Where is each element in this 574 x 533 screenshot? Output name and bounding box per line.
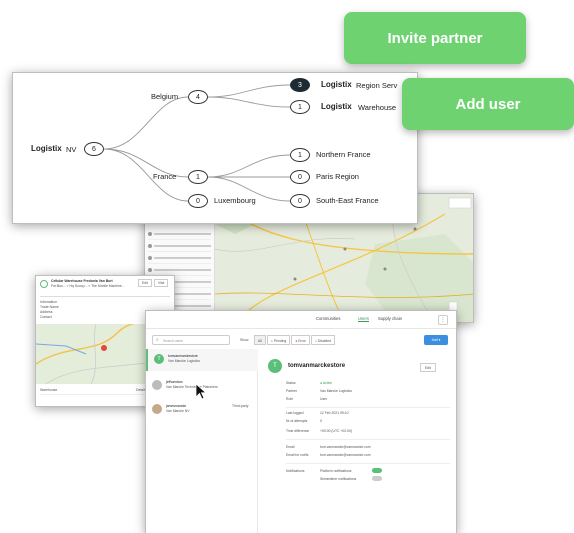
detail-line: Contact xyxy=(40,315,52,319)
user-profile: T tomvanmarckestore Edit Status ● Active… xyxy=(268,357,452,533)
notifications-label: Notifications xyxy=(286,469,305,473)
filter-all[interactable]: All xyxy=(254,335,266,345)
warehouse-count-node[interactable]: 1 xyxy=(290,100,310,114)
user-name: jamesmarcke xyxy=(166,404,187,408)
search-icon: ⌕ xyxy=(156,337,159,343)
field-value: 0 xyxy=(320,419,322,423)
northern-france-label: Northern France xyxy=(316,150,371,159)
organization-tree-card: Logistix NV 6 Belgium 4 France 1 0 Luxem… xyxy=(12,72,418,224)
list-item[interactable] xyxy=(148,252,211,264)
more-icon[interactable]: ⋮ xyxy=(438,315,448,325)
warehouse-label: Warehouse xyxy=(358,103,397,112)
detail-visit-button[interactable]: Visit xyxy=(154,279,169,288)
field-label: Email for notifs xyxy=(286,453,309,457)
detail-line: Information xyxy=(40,300,57,304)
streamliner-notifications-toggle[interactable] xyxy=(372,476,382,481)
user-row-selected[interactable]: T tomvanmarckestore Van Marcke Logistics xyxy=(146,349,258,371)
france-count-node[interactable]: 1 xyxy=(188,170,208,184)
status-filter-group: All ● Pending ● Error ● Disabled xyxy=(254,335,336,345)
detail-footer-left: Warehouse xyxy=(40,388,58,392)
cursor-arrow-icon xyxy=(195,383,208,400)
field-value-status: ● Active xyxy=(320,381,333,385)
field-value: +00:00 (UTC +02:00) xyxy=(320,429,353,433)
user-name: jeffvandam xyxy=(166,380,183,384)
users-panel: Communities Users Supply chain ⋮ ⌕ Searc… xyxy=(145,310,457,533)
field-value: tom.vanmarcke@vanmarcke.com xyxy=(320,453,371,457)
invite-partner-button[interactable]: Invite partner xyxy=(344,12,526,64)
add-button[interactable]: Add ▾ xyxy=(424,335,448,345)
tab-supply-chain[interactable]: Supply chain xyxy=(378,316,402,321)
tabs-bar: Communities Users Supply chain ⋮ xyxy=(146,311,456,329)
search-input[interactable]: ⌕ Search users xyxy=(152,335,230,345)
root-brand: Logistix xyxy=(31,144,62,153)
belgium-label: Belgium xyxy=(151,92,179,101)
notif-stream-label: Streamliner notifications xyxy=(320,477,357,481)
field-label: Role xyxy=(286,397,293,401)
notif-platform-label: Platform notifications xyxy=(320,469,352,473)
disabled-dot-icon: ● xyxy=(314,338,317,343)
avatar: T xyxy=(154,354,164,364)
avatar xyxy=(152,404,162,414)
user-status: Third-party xyxy=(232,404,249,408)
field-value: 12 Feb 2021 09:10 xyxy=(320,411,349,415)
luxembourg-count-node[interactable]: 0 xyxy=(188,194,208,208)
user-company: Van Marcke NV xyxy=(166,409,190,413)
search-placeholder: Search users xyxy=(163,339,183,343)
field-label: Last logged xyxy=(286,411,304,415)
show-label: Show xyxy=(240,338,249,342)
avatar xyxy=(152,380,162,390)
luxembourg-label: Luxembourg xyxy=(214,196,256,205)
field-label: Email xyxy=(286,445,295,449)
paris-region-label: Paris Region xyxy=(316,172,359,181)
detail-title: Cellular Warehouse Fredonia Van Burt xyxy=(51,279,113,283)
filter-disabled[interactable]: ● Disabled xyxy=(310,335,336,345)
field-label: Status xyxy=(286,381,296,385)
filter-error[interactable]: ● Error xyxy=(291,335,310,345)
chevron-down-icon: ▾ xyxy=(438,337,441,342)
user-company: Van Marcke Logistics xyxy=(168,359,200,363)
location-icon xyxy=(40,280,48,288)
belgium-count-node[interactable]: 4 xyxy=(188,90,208,104)
detail-edit-button[interactable]: Edit xyxy=(138,279,152,288)
paris-region-count-node[interactable]: 0 xyxy=(290,170,310,184)
detail-line: Trade Name xyxy=(40,305,59,309)
tab-communities[interactable]: Communities xyxy=(316,316,340,321)
tab-users[interactable]: Users xyxy=(358,316,369,323)
user-list: T tomvanmarckestore Van Marcke Logistics… xyxy=(146,349,258,533)
root-count-node[interactable]: 6 xyxy=(84,142,104,156)
detail-breadcrumb: Fre:Bus... > Hq Scoop... > The Mobile Ma… xyxy=(51,284,125,288)
user-name: tomvanmarckestore xyxy=(168,354,198,358)
france-label: France xyxy=(153,172,177,181)
profile-name: tomvanmarckestore xyxy=(288,363,346,369)
error-dot-icon: ● xyxy=(295,338,298,343)
southeast-france-count-node[interactable]: 0 xyxy=(290,194,310,208)
northern-france-count-node[interactable]: 1 xyxy=(290,148,310,162)
pending-dot-icon: ● xyxy=(270,338,273,343)
filter-pending[interactable]: ● Pending xyxy=(266,335,291,345)
field-value: Van Marcke Logistics xyxy=(320,389,352,393)
detail-line: Address xyxy=(40,310,53,314)
root-label: NV xyxy=(66,145,77,154)
list-item[interactable] xyxy=(148,240,211,252)
field-value: User xyxy=(320,397,328,401)
field-label: Time difference xyxy=(286,429,310,433)
region-serv-label: Region Serv xyxy=(356,81,398,90)
field-label: Partner xyxy=(286,389,298,393)
platform-notifications-toggle[interactable] xyxy=(372,468,382,473)
field-label: Nr of attempts xyxy=(286,419,308,423)
list-item[interactable] xyxy=(148,228,211,240)
user-company: Van Marcke Technische Platoniers xyxy=(166,385,218,389)
warehouse-brand: Logistix xyxy=(321,102,352,111)
add-user-button[interactable]: Add user xyxy=(402,78,574,130)
region-serv-brand: Logistix xyxy=(321,80,352,89)
status-dot-icon: ● xyxy=(320,381,323,385)
profile-edit-button[interactable]: Edit xyxy=(420,363,436,373)
region-serv-count-node[interactable]: 3 xyxy=(290,78,310,92)
southeast-france-label: South-East France xyxy=(316,196,379,205)
user-row[interactable]: jamesmarcke Van Marcke NV Third-party xyxy=(146,399,258,421)
field-value: tom.vanmarcke@vanmarcke.com xyxy=(320,445,371,449)
profile-avatar: T xyxy=(268,359,282,373)
